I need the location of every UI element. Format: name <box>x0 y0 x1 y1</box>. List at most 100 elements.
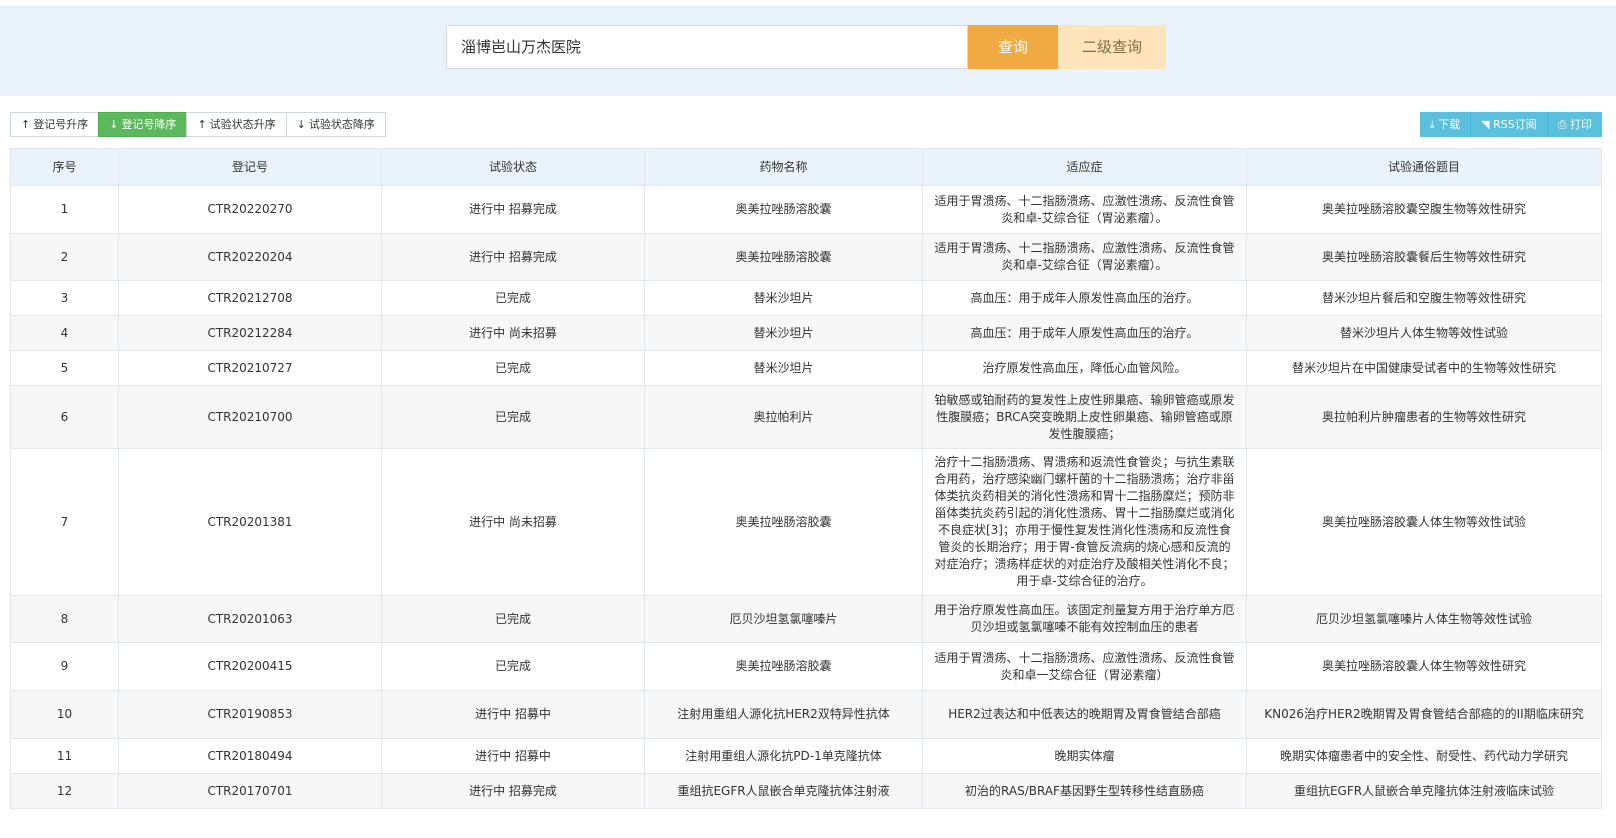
cell-title[interactable]: 奥拉帕利片肿瘤患者的生物等效性研究 <box>1246 385 1602 449</box>
cell-no: 6 <box>10 385 119 449</box>
cell-registration[interactable]: CTR20201381 <box>118 448 382 596</box>
cell-title[interactable]: 替米沙坦片人体生物等效性试验 <box>1246 315 1602 351</box>
sort-reg-asc-button[interactable]: ↑ 登记号升序 <box>10 112 100 137</box>
cell-drug: 注射用重组人源化抗HER2双特异性抗体 <box>644 690 923 739</box>
cell-title[interactable]: KN026治疗HER2晚期胃及胃食管结合部癌的的II期临床研究 <box>1246 690 1602 739</box>
cell-status: 已完成 <box>381 350 645 386</box>
cell-no: 8 <box>10 595 119 643</box>
search-input[interactable]: 淄博岜山万杰医院 <box>446 25 968 69</box>
table-row[interactable]: 11 CTR20180494 进行中 招募中 注射用重组人源化抗PD-1单克隆抗… <box>10 738 1602 774</box>
cell-title[interactable]: 替米沙坦片在中国健康受试者中的生物等效性研究 <box>1246 350 1602 386</box>
cell-indication: 治疗原发性高血压，降低心血管风险。 <box>922 350 1247 386</box>
table-row[interactable]: 8 CTR20201063 已完成 厄贝沙坦氢氯噻嗪片 用于治疗原发性高血压。该… <box>10 595 1602 643</box>
table-row[interactable]: 5 CTR20210727 已完成 替米沙坦片 治疗原发性高血压，降低心血管风险… <box>10 350 1602 386</box>
cell-registration[interactable]: CTR20180494 <box>118 738 382 774</box>
query-button[interactable]: 查询 <box>968 25 1058 69</box>
print-button[interactable]: ⎙ 打印 <box>1547 112 1602 137</box>
cell-title[interactable]: 厄贝沙坦氢氯噻嗪片人体生物等效性试验 <box>1246 595 1602 643</box>
cell-registration[interactable]: CTR20201063 <box>118 595 382 643</box>
arrow-down-icon: ↓ <box>296 118 306 131</box>
cell-status: 进行中 招募中 <box>381 738 645 774</box>
col-header-drug[interactable]: 药物名称 <box>644 148 923 186</box>
cell-indication: 适用于胃溃疡、十二指肠溃疡、应激性溃疡、反流性食管炎和卓-艾综合征（胃泌素瘤）。 <box>922 233 1247 281</box>
cell-drug: 替米沙坦片 <box>644 280 923 316</box>
cell-registration[interactable]: CTR20190853 <box>118 690 382 739</box>
download-button[interactable]: ⤓ 下载 <box>1419 112 1472 137</box>
cell-registration[interactable]: CTR20210727 <box>118 350 382 386</box>
cell-registration[interactable]: CTR20220270 <box>118 185 382 234</box>
table-row[interactable]: 3 CTR20212708 已完成 替米沙坦片 高血压：用于成年人原发性高血压的… <box>10 280 1602 316</box>
col-header-status[interactable]: 试验状态 <box>381 148 645 186</box>
cell-title[interactable]: 晚期实体瘤患者中的安全性、耐受性、药代动力学研究 <box>1246 738 1602 774</box>
table-row[interactable]: 12 CTR20170701 进行中 招募完成 重组抗EGFR人鼠嵌合单克隆抗体… <box>10 773 1602 809</box>
cell-indication: 治疗十二指肠溃疡、胃溃疡和返流性食管炎；与抗生素联合用药，治疗感染幽门螺杆菌的十… <box>922 448 1247 596</box>
cell-indication: 用于治疗原发性高血压。该固定剂量复方用于治疗单方厄贝沙坦或氢氯噻嗪不能有效控制血… <box>922 595 1247 643</box>
cell-indication: 适用于胃溃疡、十二指肠溃疡、应激性溃疡、反流性食管炎和卓一艾综合征（胃泌素瘤） <box>922 642 1247 691</box>
cell-status: 进行中 尚未招募 <box>381 315 645 351</box>
cell-drug: 重组抗EGFR人鼠嵌合单克隆抗体注射液 <box>644 773 923 809</box>
arrow-up-icon: ↑ <box>21 118 31 131</box>
sort-status-desc-button[interactable]: ↓ 试验状态降序 <box>285 112 386 137</box>
cell-drug: 奥拉帕利片 <box>644 385 923 449</box>
cell-no: 2 <box>10 233 119 281</box>
cell-status: 已完成 <box>381 385 645 449</box>
col-header-registration[interactable]: 登记号 <box>118 148 382 186</box>
tool-label: 打印 <box>1570 118 1592 131</box>
table-row[interactable]: 9 CTR20200415 已完成 奥美拉唑肠溶胶囊 适用于胃溃疡、十二指肠溃疡… <box>10 642 1602 691</box>
cell-registration[interactable]: CTR20170701 <box>118 773 382 809</box>
cell-drug: 厄贝沙坦氢氯噻嗪片 <box>644 595 923 643</box>
cell-status: 进行中 招募完成 <box>381 233 645 281</box>
table-row[interactable]: 4 CTR20212284 进行中 尚未招募 替米沙坦片 高血压：用于成年人原发… <box>10 315 1602 351</box>
cell-no: 12 <box>10 773 119 809</box>
cell-no: 1 <box>10 185 119 234</box>
cell-no: 7 <box>10 448 119 596</box>
table-row[interactable]: 2 CTR20220204 进行中 招募完成 奥美拉唑肠溶胶囊 适用于胃溃疡、十… <box>10 233 1602 281</box>
cell-no: 3 <box>10 280 119 316</box>
cell-title[interactable]: 奥美拉唑肠溶胶囊空腹生物等效性研究 <box>1246 185 1602 234</box>
cell-title[interactable]: 重组抗EGFR人鼠嵌合单克隆抗体注射液临床试验 <box>1246 773 1602 809</box>
rss-subscribe-button[interactable]: ◥ RSS订阅 <box>1471 112 1548 137</box>
sort-label: 登记号升序 <box>33 118 89 131</box>
cell-title[interactable]: 替米沙坦片餐后和空腹生物等效性研究 <box>1246 280 1602 316</box>
cell-drug: 奥美拉唑肠溶胶囊 <box>644 185 923 234</box>
col-header-no[interactable]: 序号 <box>10 148 119 186</box>
col-header-indication[interactable]: 适应症 <box>922 148 1247 186</box>
cell-indication: 晚期实体瘤 <box>922 738 1247 774</box>
cell-no: 4 <box>10 315 119 351</box>
cell-title[interactable]: 奥美拉唑肠溶胶囊餐后生物等效性研究 <box>1246 233 1602 281</box>
cell-status: 已完成 <box>381 595 645 643</box>
table-row[interactable]: 7 CTR20201381 进行中 尚未招募 奥美拉唑肠溶胶囊 治疗十二指肠溃疡… <box>10 448 1602 596</box>
cell-indication: HER2过表达和中低表达的晚期胃及胃食管结合部癌 <box>922 690 1247 739</box>
cell-registration[interactable]: CTR20212284 <box>118 315 382 351</box>
cell-indication: 高血压：用于成年人原发性高血压的治疗。 <box>922 280 1247 316</box>
cell-registration[interactable]: CTR20220204 <box>118 233 382 281</box>
cell-title[interactable]: 奥美拉唑肠溶胶囊人体生物等效性研究 <box>1246 642 1602 691</box>
tool-label: 下载 <box>1438 118 1461 131</box>
trials-table: 序号 登记号 试验状态 药物名称 适应症 试验通俗题目 1 CTR2022027… <box>10 148 1602 809</box>
cell-no: 9 <box>10 642 119 691</box>
table-row[interactable]: 1 CTR20220270 进行中 招募完成 奥美拉唑肠溶胶囊 适用于胃溃疡、十… <box>10 185 1602 234</box>
cell-status: 进行中 招募中 <box>381 690 645 739</box>
cell-drug: 注射用重组人源化抗PD-1单克隆抗体 <box>644 738 923 774</box>
cell-title[interactable]: 奥美拉唑肠溶胶囊人体生物等效性试验 <box>1246 448 1602 596</box>
download-icon: ⤓ <box>1429 118 1435 131</box>
cell-status: 进行中 招募完成 <box>381 773 645 809</box>
table-row[interactable]: 10 CTR20190853 进行中 招募中 注射用重组人源化抗HER2双特异性… <box>10 690 1602 739</box>
cell-indication: 铂敏感或铂耐药的复发性上皮性卵巢癌、输卵管癌或原发性腹膜癌；BRCA突变晚期上皮… <box>922 385 1247 449</box>
table-row[interactable]: 6 CTR20210700 已完成 奥拉帕利片 铂敏感或铂耐药的复发性上皮性卵巢… <box>10 385 1602 449</box>
sort-reg-desc-button[interactable]: ↓ 登记号降序 <box>98 112 188 137</box>
cell-drug: 奥美拉唑肠溶胶囊 <box>644 448 923 596</box>
arrow-down-icon: ↓ <box>109 118 119 131</box>
cell-registration[interactable]: CTR20200415 <box>118 642 382 691</box>
export-toolbar: ⤓ 下载 ◥ RSS订阅 ⎙ 打印 <box>1419 112 1602 137</box>
sort-label: 试验状态降序 <box>308 118 375 131</box>
cell-registration[interactable]: CTR20212708 <box>118 280 382 316</box>
sort-toolbar: ↑ 登记号升序 ↓ 登记号降序 ↑ 试验状态升序 ↓ 试验状态降序 <box>10 112 386 137</box>
secondary-query-button[interactable]: 二级查询 <box>1058 25 1166 69</box>
sort-status-asc-button[interactable]: ↑ 试验状态升序 <box>186 112 287 137</box>
cell-no: 11 <box>10 738 119 774</box>
col-header-title[interactable]: 试验通俗题目 <box>1246 148 1602 186</box>
cell-registration[interactable]: CTR20210700 <box>118 385 382 449</box>
cell-indication: 高血压：用于成年人原发性高血压的治疗。 <box>922 315 1247 351</box>
cell-status: 进行中 招募完成 <box>381 185 645 234</box>
